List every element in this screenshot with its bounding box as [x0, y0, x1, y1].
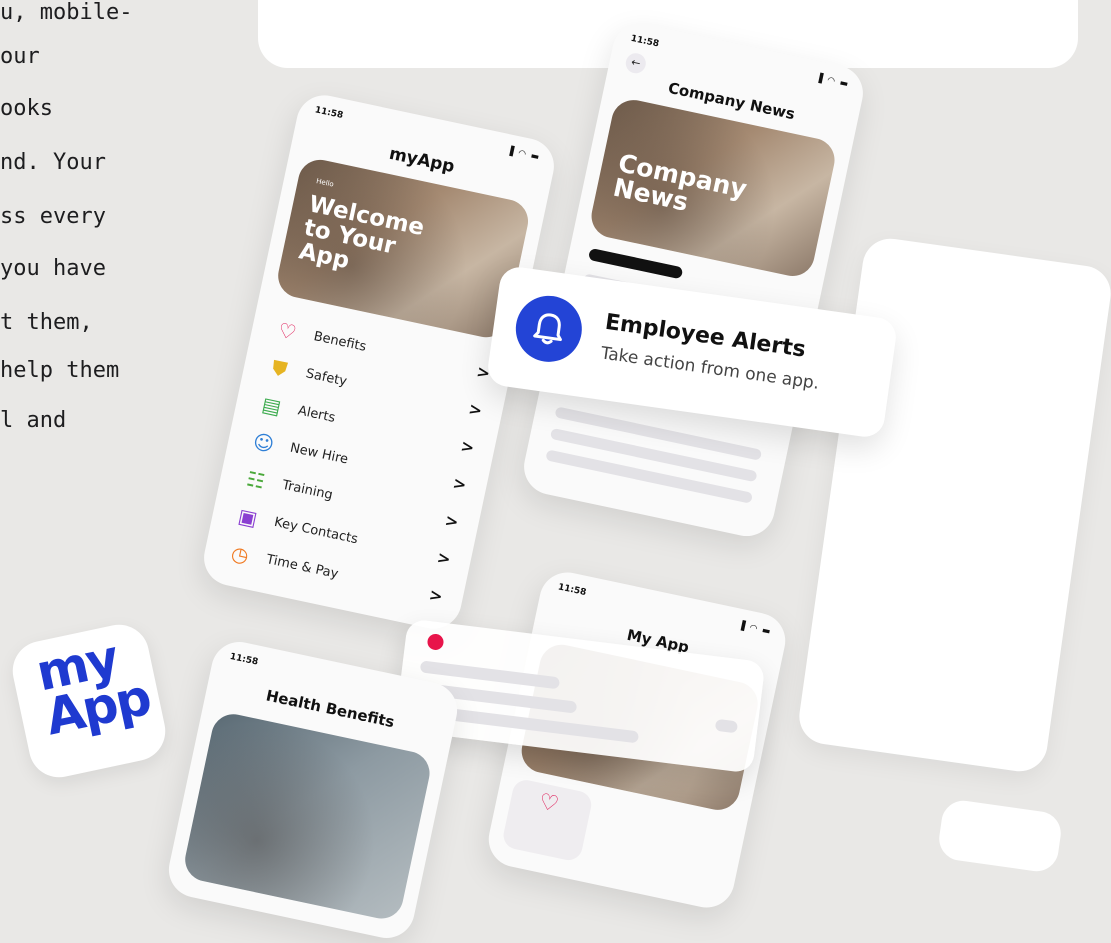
chevron-right-icon: > [435, 547, 453, 569]
bell-icon [511, 291, 587, 367]
menu-item-label: Benefits [312, 329, 368, 355]
phone-alert-icon: ▤ [259, 391, 284, 420]
contact-book-icon: ▣ [236, 503, 260, 531]
notification-dot [426, 633, 445, 651]
status-icons: ▐ ◠ ▬ [736, 620, 773, 638]
status-time: 11:58 [228, 651, 259, 668]
intro-line: help them [0, 358, 120, 383]
health-benefits-phone: 11:58 Health Benefits [163, 636, 463, 943]
status-icons: ▐ ◠ ▬ [505, 146, 541, 163]
intro-line: u, mobile- [0, 0, 133, 25]
chevron-right-icon: > [451, 473, 469, 495]
headline-placeholder [587, 247, 684, 280]
intro-line: you have [0, 256, 106, 281]
hero-heading: Welcome to Your App [296, 191, 427, 275]
intro-line: nd. Your [0, 150, 106, 175]
toggle-placeholder [714, 718, 739, 734]
hero-greeting: Hello [315, 177, 335, 189]
logo-line-app: App [40, 668, 155, 747]
chevron-right-icon: > [466, 398, 485, 421]
clock-coin-icon: ◷ [228, 540, 252, 568]
chevron-right-icon: > [459, 436, 477, 458]
app-icon[interactable]: my App [7, 619, 171, 783]
intro-line: ooks [0, 96, 53, 121]
news-hero-text: Company News [610, 148, 750, 217]
partial-card [936, 797, 1064, 875]
chevron-right-icon: > [427, 584, 445, 607]
intro-line: t them, [0, 310, 93, 335]
menu-item-label: Training [280, 477, 335, 504]
menu-item-label: Alerts [296, 403, 337, 426]
menu-item-label: New Hire [288, 440, 350, 468]
status-time: 11:58 [629, 33, 660, 50]
menu-item-label: Safety [304, 366, 349, 390]
menu-item-label: Time & Pay [264, 552, 340, 582]
add-user-icon: ☺ [250, 428, 277, 457]
intro-line: l and [0, 408, 67, 433]
health-hero-image[interactable] [181, 710, 434, 923]
status-time: 11:58 [556, 582, 588, 599]
heart-plus-icon: ♡ [276, 317, 299, 345]
status-icons: ▐ ◠ ▬ [814, 73, 850, 90]
tile-card[interactable]: ♡ [500, 777, 594, 863]
status-time: 11:58 [313, 105, 345, 122]
app-icon-logo: my App [31, 629, 155, 747]
chevron-right-icon: > [443, 510, 461, 532]
intro-line: ss every [0, 204, 106, 229]
menu-item-label: Key Contacts [272, 514, 360, 548]
heart-plus-icon: ♡ [536, 789, 561, 818]
shield-check-icon: ⛊ [269, 355, 290, 382]
presentation-icon: ☷ [244, 466, 268, 494]
intro-line: our [0, 44, 40, 69]
